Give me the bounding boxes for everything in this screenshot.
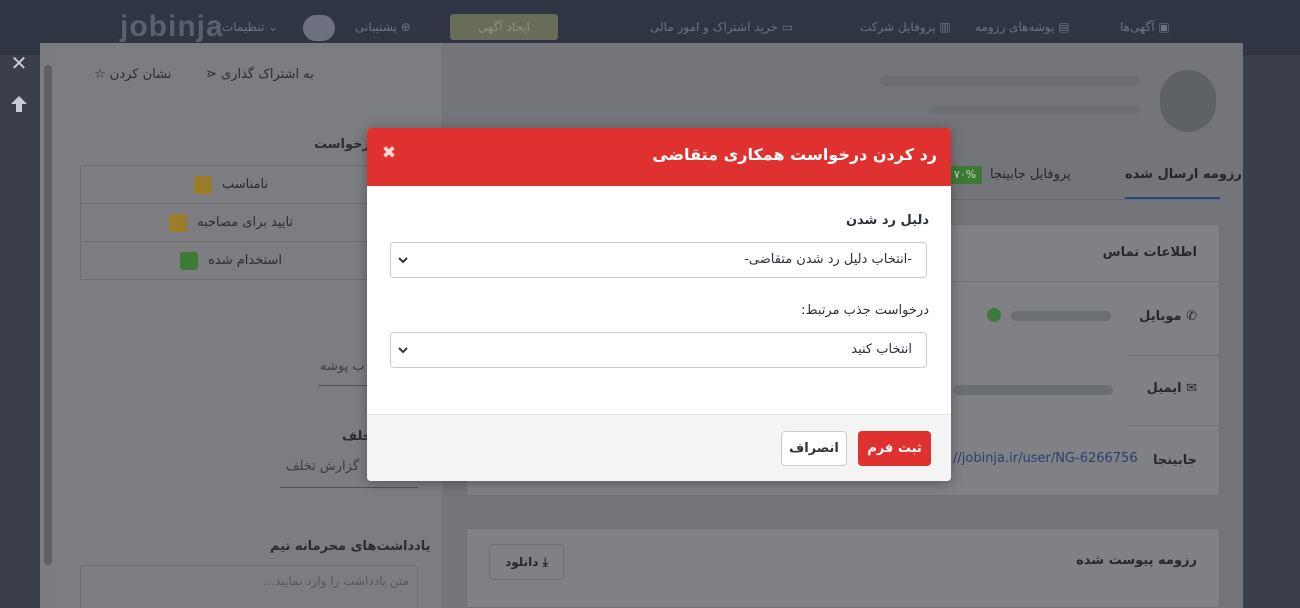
modal-footer: ثبت فرم انصراف <box>367 414 951 481</box>
divider <box>1127 355 1221 356</box>
chevron-down-icon <box>398 257 408 264</box>
phone-icon: ✆ <box>1186 309 1197 324</box>
attached-resume-title: رزومه پیوست شده <box>1076 553 1197 568</box>
envelope-icon: ✉ <box>1186 381 1197 396</box>
applicant-subtitle-blurred <box>930 106 1140 114</box>
notes-title: یادداشت‌های محرمانه تیم <box>270 539 431 554</box>
support-link[interactable]: ⊕ پشتیبانی <box>355 20 411 34</box>
share-button[interactable]: به اشتراک گذاری ⋖ <box>206 67 314 82</box>
reason-select[interactable]: -انتخاب دلیل رد شدن متقاضی- <box>390 242 927 278</box>
post-ad-button[interactable]: ایجاد آگهی <box>450 14 558 40</box>
related-request-label: درخواست جذب مرتبط: <box>801 303 929 318</box>
reject-application-modal: رد کردن درخواست همکاری متقاضی ✖ دلیل رد … <box>367 128 951 481</box>
related-select-value: انتخاب کنید <box>851 342 912 357</box>
download-button[interactable]: ⤓ دانلود <box>489 544 564 580</box>
nav-item-resume-folders[interactable]: ▤ پوشه‌های رزومه <box>975 20 1070 34</box>
email-label: ✉ ایمیل <box>1146 381 1197 396</box>
arrow-up-icon[interactable] <box>8 94 30 116</box>
folder-icon: ▤ <box>1058 20 1070 34</box>
applicant-name-blurred <box>880 76 1140 86</box>
cancel-button[interactable]: انصراف <box>781 431 847 466</box>
briefcase-icon: ▣ <box>1158 20 1170 34</box>
whatsapp-icon[interactable] <box>987 308 1001 322</box>
divider <box>1127 425 1221 426</box>
settings-dropdown[interactable]: ⌄ تنظیمات <box>222 20 278 34</box>
nav-item-subscription[interactable]: ▭ خرید اشتراک و امور مالی <box>650 20 793 34</box>
email-value-blurred <box>953 385 1113 395</box>
related-request-select[interactable]: انتخاب کنید <box>390 332 927 368</box>
jobinja-label: جابینجا <box>1153 453 1197 468</box>
scrollbar[interactable] <box>44 65 52 565</box>
check-box-icon <box>179 251 198 270</box>
help-icon: ⊕ <box>400 20 411 34</box>
notes-textarea[interactable]: متن یادداشت را وارد نمایید... <box>80 565 418 608</box>
share-icon: ⋖ <box>206 67 217 82</box>
tab-jobinja-profile[interactable]: پروفایل جابینجا <box>990 167 1071 182</box>
violation-input[interactable]: گزارش تخلف <box>286 459 359 474</box>
download-icon: ⤓ <box>542 555 548 569</box>
card-icon: ▭ <box>781 20 794 34</box>
thumbs-down-icon <box>193 175 212 194</box>
status-unsuitable[interactable]: نامناسب <box>81 166 381 204</box>
reason-select-value: -انتخاب دلیل رد شدن متقاضی- <box>744 252 912 267</box>
status-interview[interactable]: تایید برای مصاحبه <box>81 204 381 242</box>
page-backdrop <box>1244 55 1300 608</box>
folder-select[interactable]: ب پوشه <box>320 359 365 374</box>
nav-item-ads[interactable]: ▣ آگهی‌ها <box>1120 20 1170 34</box>
mobile-value-blurred <box>1011 311 1111 321</box>
status-hired[interactable]: استخدام شده <box>81 242 381 280</box>
completion-badge: ۷۰% <box>948 166 982 184</box>
jobinja-profile-link[interactable]: //jobinja.ir/user/NG-6266756 <box>953 451 1138 466</box>
user-avatar[interactable] <box>303 15 335 41</box>
close-icon[interactable]: ✖ <box>381 143 397 163</box>
divider <box>280 487 418 488</box>
reason-label: دلیل رد شدن <box>845 213 929 228</box>
submit-button[interactable]: ثبت فرم <box>858 431 931 466</box>
close-icon[interactable]: ✕ <box>8 52 30 74</box>
nav-item-company-profile[interactable]: ▥ پروفایل شرکت <box>860 20 951 34</box>
contact-title: اطلاعات تماس <box>1102 245 1197 260</box>
bookmark-button[interactable]: نشان کردن ☆ <box>94 67 171 82</box>
thumbs-up-icon <box>168 213 187 232</box>
building-icon: ▥ <box>939 20 951 34</box>
modal-header: رد کردن درخواست همکاری متقاضی ✖ <box>367 128 951 186</box>
chevron-down-icon: ⌄ <box>268 20 279 34</box>
applicant-photo <box>1160 70 1216 132</box>
chevron-down-icon <box>398 347 408 354</box>
modal-title: رد کردن درخواست همکاری متقاضی <box>652 145 937 164</box>
jobinja-logo[interactable]: jobinja <box>120 10 224 44</box>
tab-submitted-resume[interactable]: رزومه ارسال شده <box>1125 167 1242 182</box>
mobile-label: ✆ موبایل <box>1139 309 1197 324</box>
star-icon: ☆ <box>94 67 106 82</box>
attached-resume-card: رزومه پیوست شده <box>466 528 1220 608</box>
status-list: نامناسب تایید برای مصاحبه استخدام شده <box>80 165 381 280</box>
